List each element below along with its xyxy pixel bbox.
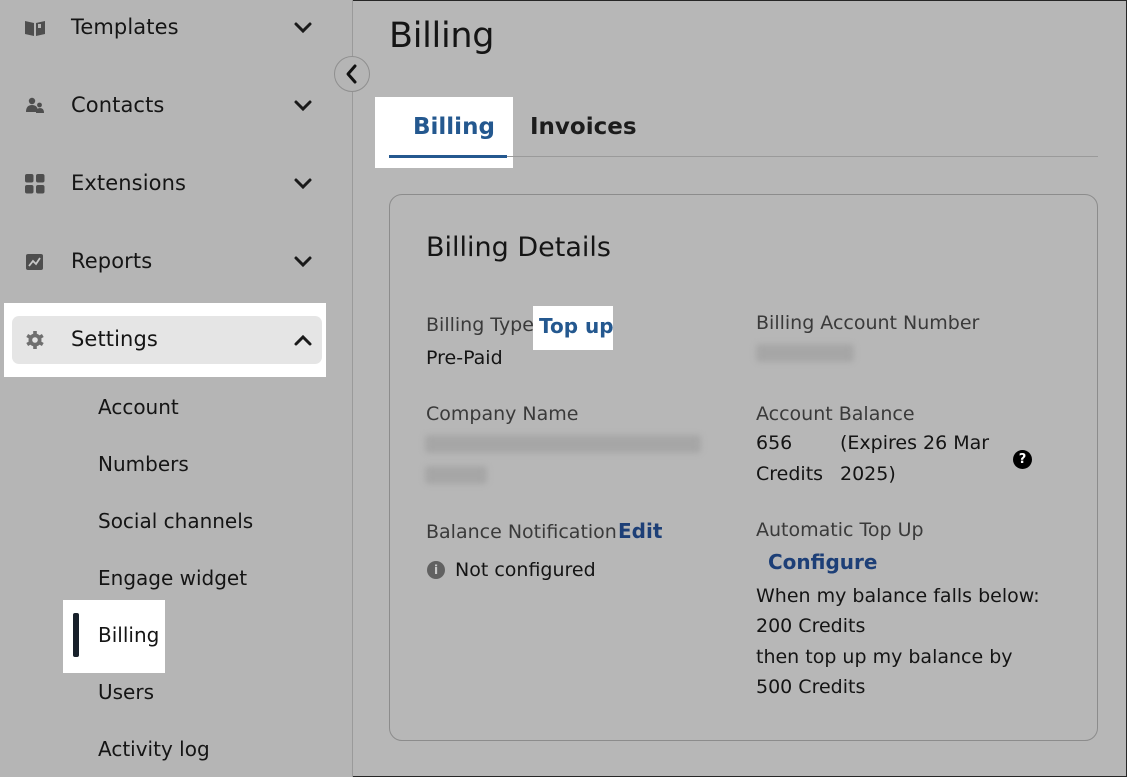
balance-expiry-line1: (Expires 26 Mar [840,432,990,454]
sidebar-item-contacts[interactable]: Contacts [12,82,322,130]
balance-notification-label: Balance Notification [426,521,617,543]
account-balance-unit: Credits [756,463,824,485]
collapse-sidebar-button[interactable] [334,56,370,92]
gear-icon [26,331,44,349]
grid-icon [25,174,45,194]
tab-invoices[interactable]: Invoices [530,114,637,140]
sidebar-subitem-users[interactable]: Users [98,680,154,704]
sidebar-item-label: Templates [71,15,179,39]
top-up-link[interactable]: Top up [539,314,614,338]
sidebar-item-label: Contacts [71,93,165,117]
book-icon [25,21,45,36]
info-icon: i [427,561,445,579]
auto-top-up-line3: then top up my balance by [756,646,1013,668]
sidebar-item-reports[interactable]: Reports [12,238,322,286]
company-name-redacted-line2 [425,466,487,484]
page-title: Billing [389,16,495,56]
chevron-down-icon[interactable] [292,252,314,272]
active-tab-underline [389,155,507,158]
chevron-down-icon[interactable] [292,174,314,194]
sidebar-subitem-engage-widget[interactable]: Engage widget [98,566,247,590]
company-name-redacted [425,435,701,453]
billing-account-number-label: Billing Account Number [756,312,980,334]
billing-type-value: Pre-Paid [426,347,503,369]
billing-type-label: Billing Type [426,314,534,336]
balance-expiry-line2: 2025) [840,463,896,485]
active-indicator [73,613,79,657]
configure-link[interactable]: Configure [768,550,877,574]
account-balance-label: Account Balance [756,403,915,425]
sidebar-item-label: Settings [71,327,158,351]
sidebar-subitem-numbers[interactable]: Numbers [98,452,189,476]
chevron-up-icon[interactable] [292,330,314,350]
company-name-label: Company Name [426,403,579,425]
account-number-redacted [756,344,854,362]
sidebar-subitem-billing[interactable]: Billing [98,623,159,647]
sidebar-item-label: Extensions [71,171,187,195]
chevron-left-icon [346,64,357,84]
edit-link[interactable]: Edit [618,519,662,543]
auto-top-up-line1: When my balance falls below: [756,585,1040,607]
automatic-top-up-label: Automatic Top Up [756,519,924,541]
account-balance-amount: 656 [756,432,793,454]
card-title: Billing Details [426,232,611,263]
sidebar-item-settings[interactable]: Settings [12,316,322,364]
auto-top-up-line4: 500 Credits [756,676,866,698]
people-icon [26,97,44,113]
sidebar-subitem-social-channels[interactable]: Social channels [98,509,253,533]
chevron-down-icon[interactable] [292,18,314,38]
sidebar-item-label: Reports [71,249,153,273]
sidebar-subitem-account[interactable]: Account [98,395,179,419]
balance-notification-status: Not configured [455,559,596,581]
sidebar: Templates Contacts Extensions Reports Se… [0,0,353,777]
help-icon[interactable]: ? [1013,450,1032,469]
tabs-divider [507,156,1098,157]
auto-top-up-line2: 200 Credits [756,615,866,637]
tab-billing[interactable]: Billing [413,114,495,140]
sidebar-item-templates[interactable]: Templates [12,4,322,52]
chart-icon [26,254,43,270]
sidebar-subitem-activity-log[interactable]: Activity log [98,737,210,761]
sidebar-item-extensions[interactable]: Extensions [12,160,322,208]
chevron-down-icon[interactable] [292,96,314,116]
